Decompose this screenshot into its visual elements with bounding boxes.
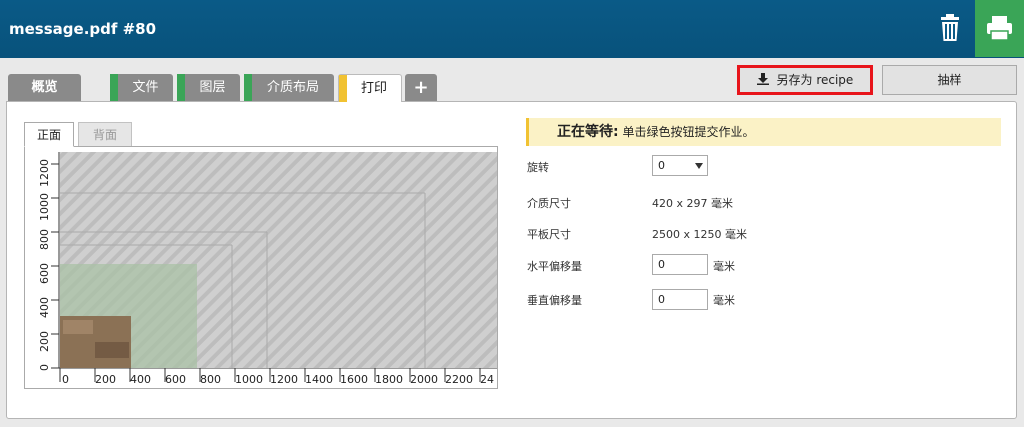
y-tick: 600 bbox=[38, 263, 51, 284]
bed-preview: 0 200 400 600 800 1000 1200 1400 1600 18… bbox=[24, 146, 498, 389]
y-tick: 200 bbox=[38, 331, 51, 352]
app-header: message.pdf #80 bbox=[0, 0, 1024, 58]
tab-overview-label: 概览 bbox=[31, 80, 58, 95]
status-banner: 正在等待: 单击绿色按钮提交作业。 bbox=[526, 118, 1001, 146]
v-offset-input[interactable]: 0 bbox=[652, 289, 708, 310]
tab-add[interactable]: + bbox=[405, 74, 437, 101]
sample-label: 抽样 bbox=[937, 73, 962, 87]
x-tick: 600 bbox=[165, 373, 186, 386]
y-tick: 400 bbox=[38, 297, 51, 318]
x-tick: 2200 bbox=[445, 373, 473, 386]
h-offset-label: 水平偏移量 bbox=[527, 260, 582, 273]
tab-back[interactable]: 背面 bbox=[78, 122, 132, 147]
bed-size-value: 2500 x 1250 毫米 bbox=[652, 228, 747, 241]
h-offset-unit: 毫米 bbox=[713, 260, 735, 273]
tab-print-label: 打印 bbox=[360, 81, 387, 96]
download-icon bbox=[756, 73, 769, 85]
x-tick: 200 bbox=[95, 373, 116, 386]
y-tick: 1000 bbox=[38, 193, 51, 221]
y-tick: 1200 bbox=[38, 159, 51, 187]
v-offset-value: 0 bbox=[658, 293, 665, 306]
v-offset-label: 垂直偏移量 bbox=[527, 294, 582, 307]
x-tick: 0 bbox=[62, 373, 69, 386]
bed-size-label: 平板尺寸 bbox=[527, 228, 571, 241]
print-button[interactable] bbox=[975, 0, 1024, 57]
v-offset-unit: 毫米 bbox=[713, 294, 735, 307]
status-message: 单击绿色按钮提交作业。 bbox=[622, 125, 755, 139]
y-tick: 0 bbox=[38, 364, 51, 371]
tab-layers-label: 图层 bbox=[199, 80, 226, 95]
x-tick: 2000 bbox=[410, 373, 438, 386]
bed-preview-canvas: 0 200 400 600 800 1000 1200 1400 1600 18… bbox=[25, 147, 497, 388]
tab-layers[interactable]: 图层 bbox=[177, 74, 240, 101]
x-tick: 1400 bbox=[305, 373, 333, 386]
x-tick: 24 bbox=[480, 373, 494, 386]
save-as-recipe-label: 另存为 recipe bbox=[776, 73, 854, 87]
media-size-label: 介质尺寸 bbox=[527, 197, 571, 210]
tab-file-label: 文件 bbox=[132, 80, 159, 95]
tab-print[interactable]: 打印 bbox=[338, 74, 402, 102]
media-size-value: 420 x 297 毫米 bbox=[652, 197, 733, 210]
rotation-value: 0 bbox=[658, 159, 665, 172]
tab-media-layout[interactable]: 介质布局 bbox=[244, 74, 334, 101]
chevron-down-icon bbox=[695, 163, 703, 169]
rotation-label: 旋转 bbox=[527, 161, 549, 174]
delete-button[interactable] bbox=[930, 10, 970, 46]
printer-icon bbox=[987, 16, 1012, 41]
plus-icon: + bbox=[413, 77, 429, 98]
x-tick: 1200 bbox=[270, 373, 298, 386]
trash-icon bbox=[941, 14, 959, 41]
tab-file[interactable]: 文件 bbox=[110, 74, 173, 101]
h-offset-value: 0 bbox=[658, 258, 665, 271]
x-tick: 1800 bbox=[375, 373, 403, 386]
tab-overview[interactable]: 概览 bbox=[8, 74, 81, 101]
status-title: 正在等待: bbox=[557, 124, 619, 140]
rotation-select[interactable]: 0 bbox=[652, 155, 708, 176]
tab-front[interactable]: 正面 bbox=[24, 122, 74, 147]
tab-back-label: 背面 bbox=[92, 128, 117, 142]
x-tick: 1000 bbox=[235, 373, 263, 386]
x-tick: 400 bbox=[130, 373, 151, 386]
save-as-recipe-button[interactable]: 另存为 recipe bbox=[737, 65, 873, 95]
x-tick: 800 bbox=[200, 373, 221, 386]
document-title: message.pdf #80 bbox=[9, 20, 157, 38]
tab-front-label: 正面 bbox=[36, 128, 61, 142]
sample-button[interactable]: 抽样 bbox=[882, 65, 1017, 95]
x-tick: 1600 bbox=[340, 373, 368, 386]
h-offset-input[interactable]: 0 bbox=[652, 254, 708, 275]
y-tick: 800 bbox=[38, 229, 51, 250]
tab-media-layout-label: 介质布局 bbox=[266, 80, 319, 95]
